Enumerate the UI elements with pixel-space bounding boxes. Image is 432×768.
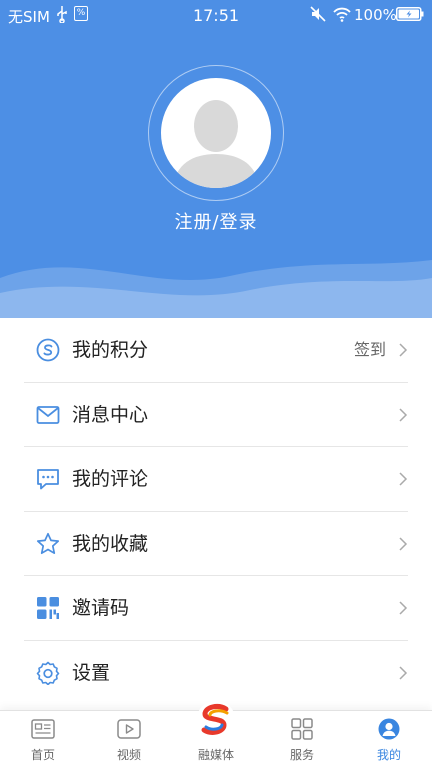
- media-logo-icon[interactable]: [196, 700, 236, 740]
- user-icon: [378, 718, 400, 740]
- menu-item-label: 邀请码: [72, 597, 130, 619]
- menu-item-label: 消息中心: [72, 403, 149, 426]
- tab-label: 我的: [376, 748, 401, 762]
- grid-icon: [291, 718, 313, 740]
- mail-icon: [36, 405, 60, 424]
- tab-services[interactable]: 服务: [259, 711, 345, 768]
- chevron-right-icon: [399, 407, 408, 422]
- tab-label: 服务: [289, 748, 314, 762]
- comment-icon: [37, 469, 59, 490]
- menu-item-messages[interactable]: 消息中心: [24, 383, 408, 447]
- star-icon: [36, 532, 60, 554]
- points-icon: [36, 338, 60, 362]
- gear-icon: [36, 661, 60, 685]
- menu-item-label: 我的评论: [72, 468, 149, 490]
- video-icon: [117, 719, 141, 739]
- menu-item-comments[interactable]: 我的评论: [24, 447, 408, 512]
- tab-label: 视频: [116, 748, 141, 762]
- menu-item-label: 我的收藏: [72, 532, 149, 555]
- tab-mine[interactable]: 我的: [346, 711, 432, 768]
- default-user-silhouette-icon: [173, 100, 259, 188]
- menu-item-points[interactable]: 我的积分 签到: [24, 318, 408, 383]
- chevron-right-icon: [399, 343, 408, 357]
- chevron-right-icon: [399, 665, 408, 680]
- wifi-icon: [333, 7, 351, 22]
- menu-item-label: 我的积分: [72, 339, 149, 361]
- status-bar: 无SIM % 17:51 100%: [0, 0, 432, 30]
- mute-icon: [310, 6, 326, 22]
- chevron-right-icon: [399, 536, 408, 551]
- header-wave-decoration: [0, 260, 432, 318]
- menu-item-label: 设置: [72, 661, 111, 684]
- avatar[interactable]: [161, 78, 271, 188]
- battery-icon: [396, 7, 424, 21]
- chevron-right-icon: [399, 601, 408, 615]
- tab-label: 首页: [30, 748, 55, 762]
- menu-item-invite-code[interactable]: 邀请码: [24, 576, 408, 641]
- tab-video[interactable]: 视频: [86, 711, 172, 768]
- profile-menu: 我的积分 签到 消息中心 我的评论 我的收藏 邀请码 设置: [0, 318, 432, 705]
- menu-item-settings[interactable]: 设置: [24, 641, 408, 706]
- sign-in-link[interactable]: 签到: [354, 340, 386, 360]
- battery-percent: 100%: [354, 6, 397, 24]
- tab-home[interactable]: 首页: [0, 711, 86, 768]
- home-news-icon: [31, 719, 55, 739]
- register-login-link[interactable]: 注册/登录: [0, 208, 432, 234]
- qr-code-icon: [37, 597, 59, 619]
- profile-header: 无SIM % 17:51 100% 注册/登录: [0, 0, 432, 318]
- chevron-right-icon: [399, 472, 408, 486]
- menu-item-favorites[interactable]: 我的收藏: [24, 512, 408, 576]
- tab-label: 融媒体: [197, 748, 234, 762]
